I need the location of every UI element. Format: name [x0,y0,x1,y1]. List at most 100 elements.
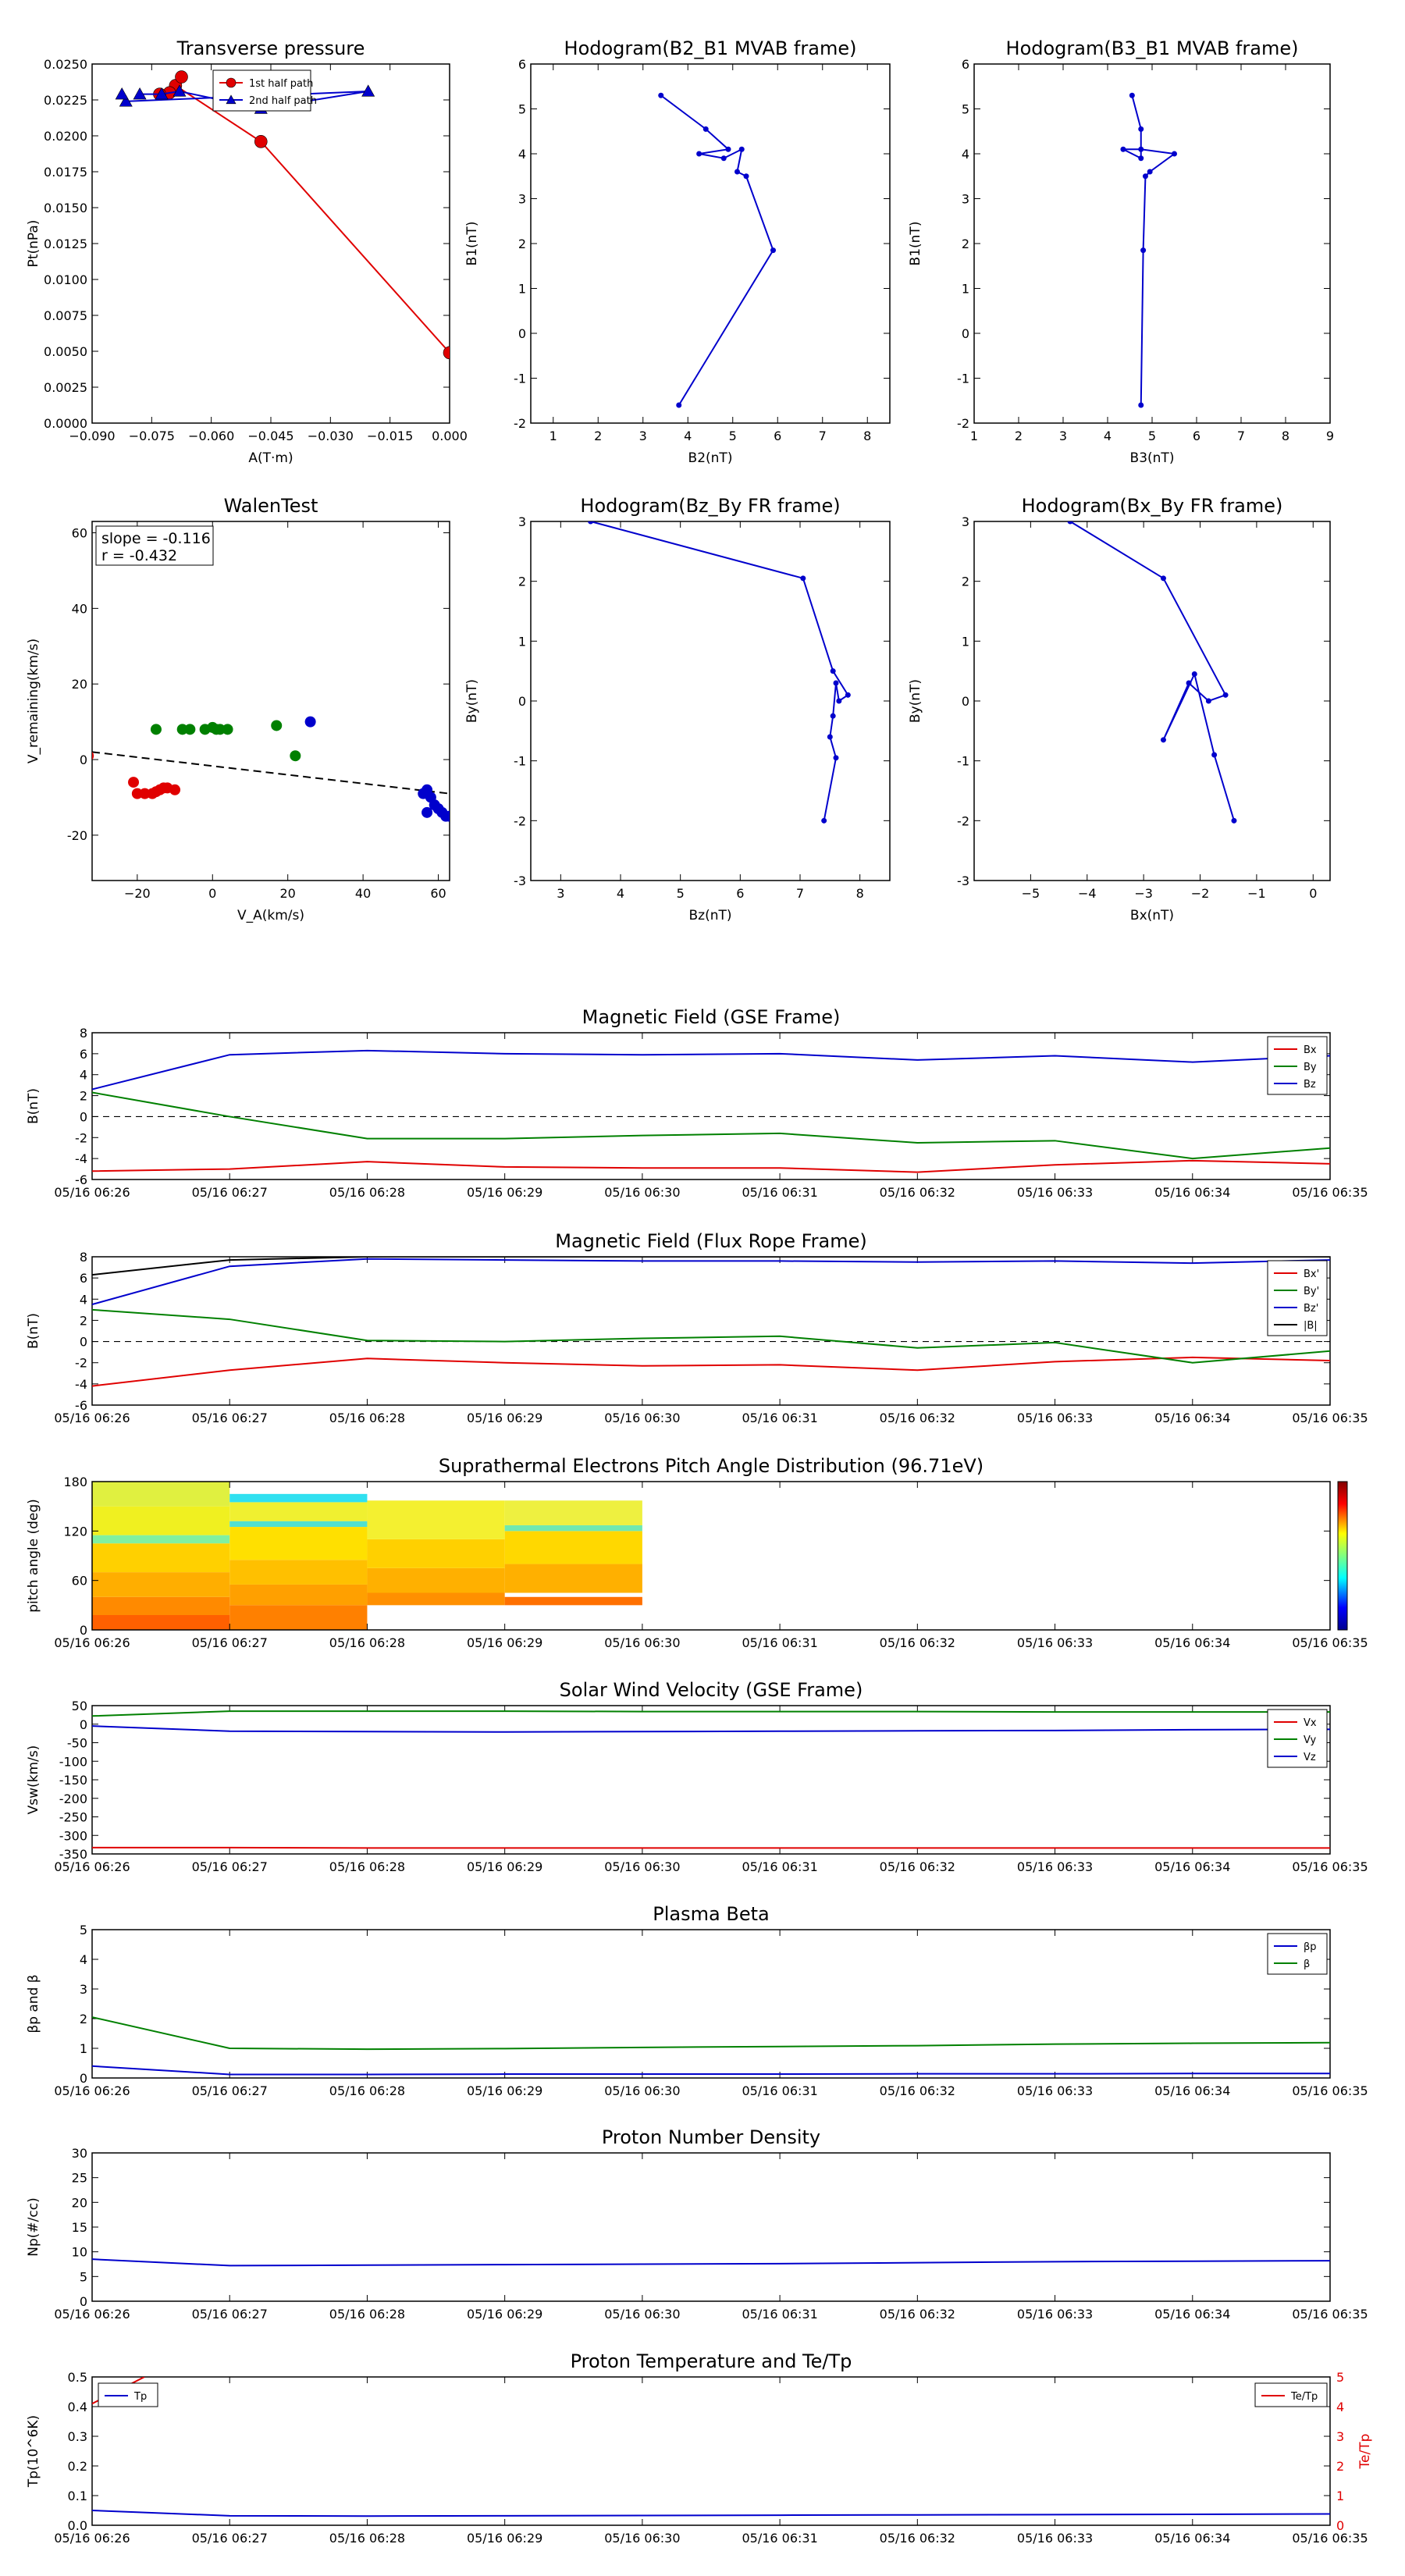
x-tick-label: 05/16 06:27 [192,2307,268,2322]
plot-frame [973,521,1331,881]
chart-title: Proton Temperature and Te/Tp [571,2350,852,2372]
y-axis-label: B(nT) [26,1088,41,1124]
y-tick-label: 0 [80,1623,87,1638]
heatmap-cell [504,1525,642,1532]
y-tick-label: -1 [957,372,969,386]
x-tick-label: 05/16 06:34 [1154,1411,1230,1425]
legend-label: By' [1304,1286,1319,1297]
heatmap-cell [92,1535,230,1544]
y-axis-label: Pt(nPa) [26,220,41,268]
chart-title: Hodogram(Bz_By FR frame) [580,495,840,517]
x-tick-label: 7 [819,429,827,443]
legend-label: 2nd half path [249,95,317,107]
y-tick-label: -100 [59,1754,87,1769]
y-tick-label: 0 [518,326,526,341]
heatmap-cell [92,1506,230,1535]
series-line [159,76,450,354]
plot-frame [91,1929,1331,2079]
y-tick-label: 2 [80,1313,87,1328]
y-axis-label: βp and β [26,1974,41,2033]
data-point [1186,680,1192,686]
plot-area [588,521,851,824]
y-tick-label: 20 [72,677,87,692]
y-tick-label: -50 [67,1736,87,1751]
x-tick-label: 05/16 06:29 [467,1859,542,1874]
series-line [92,2016,1330,2051]
y-tick-label: 0.0125 [44,237,87,251]
y-tick-label: 10 [72,2245,87,2260]
heatmap-cell [229,1584,368,1606]
x-tick-label: 05/16 06:34 [1154,1635,1230,1650]
heatmap-cell [367,1567,505,1593]
x-tick-label: −2 [1191,886,1210,901]
y-tick-label: 6 [80,1271,87,1286]
plot-frame [91,2376,1331,2526]
chart-transverse_pressure: Transverse pressure−0.090 −0.075 −0.060 −0.… [26,37,468,466]
x-tick-label: 05/16 06:34 [1154,2083,1230,2098]
x-tick-label: 4 [1104,429,1112,443]
y-axis-label: By(nT) [908,679,923,723]
x-tick-label: −4 [1078,886,1097,901]
x-tick-label: −0.030 [308,429,354,443]
y-tick-label: 4 [80,1952,87,1967]
x-tick-label: −0.045 [247,429,293,443]
chart-solar_wind_velocity: Solar Wind Velocity (GSE Frame) 05/16 06:… [26,1679,1368,1874]
y-tick-label: 25 [72,2171,87,2186]
y-tick-label: 5 [80,1923,87,1937]
y-tick-label: 3 [962,192,969,207]
y-tick-label: 60 [72,1574,87,1589]
y-tick-label: 0.0025 [44,380,87,395]
chart-plasma_beta: Plasma Beta 05/16 06:26 05/16 06:27 05/16 0… [26,1903,1368,2098]
y-tick-label: 0.0225 [44,93,87,108]
y-tick-label: 0.0175 [44,165,87,180]
data-point [222,724,233,735]
series-line [92,1258,1330,1306]
plot-area [658,92,776,408]
x-tick-label: 05/16 06:34 [1154,2531,1230,2546]
data-point [1138,126,1144,132]
legend-label: β [1304,1959,1310,1970]
legend-label: Te/Tp [1290,2391,1318,2403]
x-tick-label: 3 [557,886,564,901]
y-axis-label: B(nT) [26,1313,41,1349]
x-tick-label: 05/16 06:30 [604,1185,680,1200]
x-tick-label: 05/16 06:32 [880,1411,955,1425]
heatmap-cell [229,1493,368,1503]
y-tick-label: 3 [518,192,526,207]
x-tick-label: 05/16 06:30 [604,2307,680,2322]
x-tick-label: 40 [355,886,371,901]
x-tick-label: 05/16 06:28 [329,1411,405,1425]
y-tick-label: 6 [518,57,526,72]
x-tick-label: 0 [208,886,216,901]
legend-label: Bz [1304,1079,1316,1091]
x-tick-label: 05/16 06:27 [192,1635,268,1650]
x-tick-label: 05/16 06:26 [54,2307,130,2322]
y-tick-label: 2 [80,2012,87,2026]
x-tick-label: 05/16 06:27 [192,1185,268,1200]
data-point [1067,521,1073,525]
data-point [1140,247,1147,254]
data-point [830,668,836,674]
figure: Transverse pressure−0.090 −0.075 −0.060 −0.… [26,37,1373,2546]
x-tick-label: −0.060 [188,429,234,443]
y-tick-label: 0 [80,2071,87,2086]
legend-label: |B| [1304,1320,1318,1332]
y-tick-label: -350 [59,1847,87,1862]
x-tick-label: 4 [684,429,692,443]
heatmap-cell [92,1572,230,1597]
heatmap-cell [229,1521,368,1528]
x-tick-label: −0.075 [129,429,175,443]
y-tick-label: 0.0050 [44,344,87,359]
data-point [290,750,301,762]
plot-area [92,2377,1330,2517]
x-tick-label: 05/16 06:26 [54,2531,130,2546]
chart-mag_field_fr: Magnetic Field (Flux Rope Frame) 05/16 06… [26,1230,1368,1425]
y-right-tick-label: 1 [1336,2489,1344,2503]
data-point [1172,151,1177,157]
series-line [92,1049,1330,1091]
data-point [1147,169,1153,175]
data-point [184,724,196,735]
plot-area [115,70,450,360]
x-tick-label: 05/16 06:31 [742,2083,817,2098]
y-tick-label: -6 [75,1172,87,1187]
